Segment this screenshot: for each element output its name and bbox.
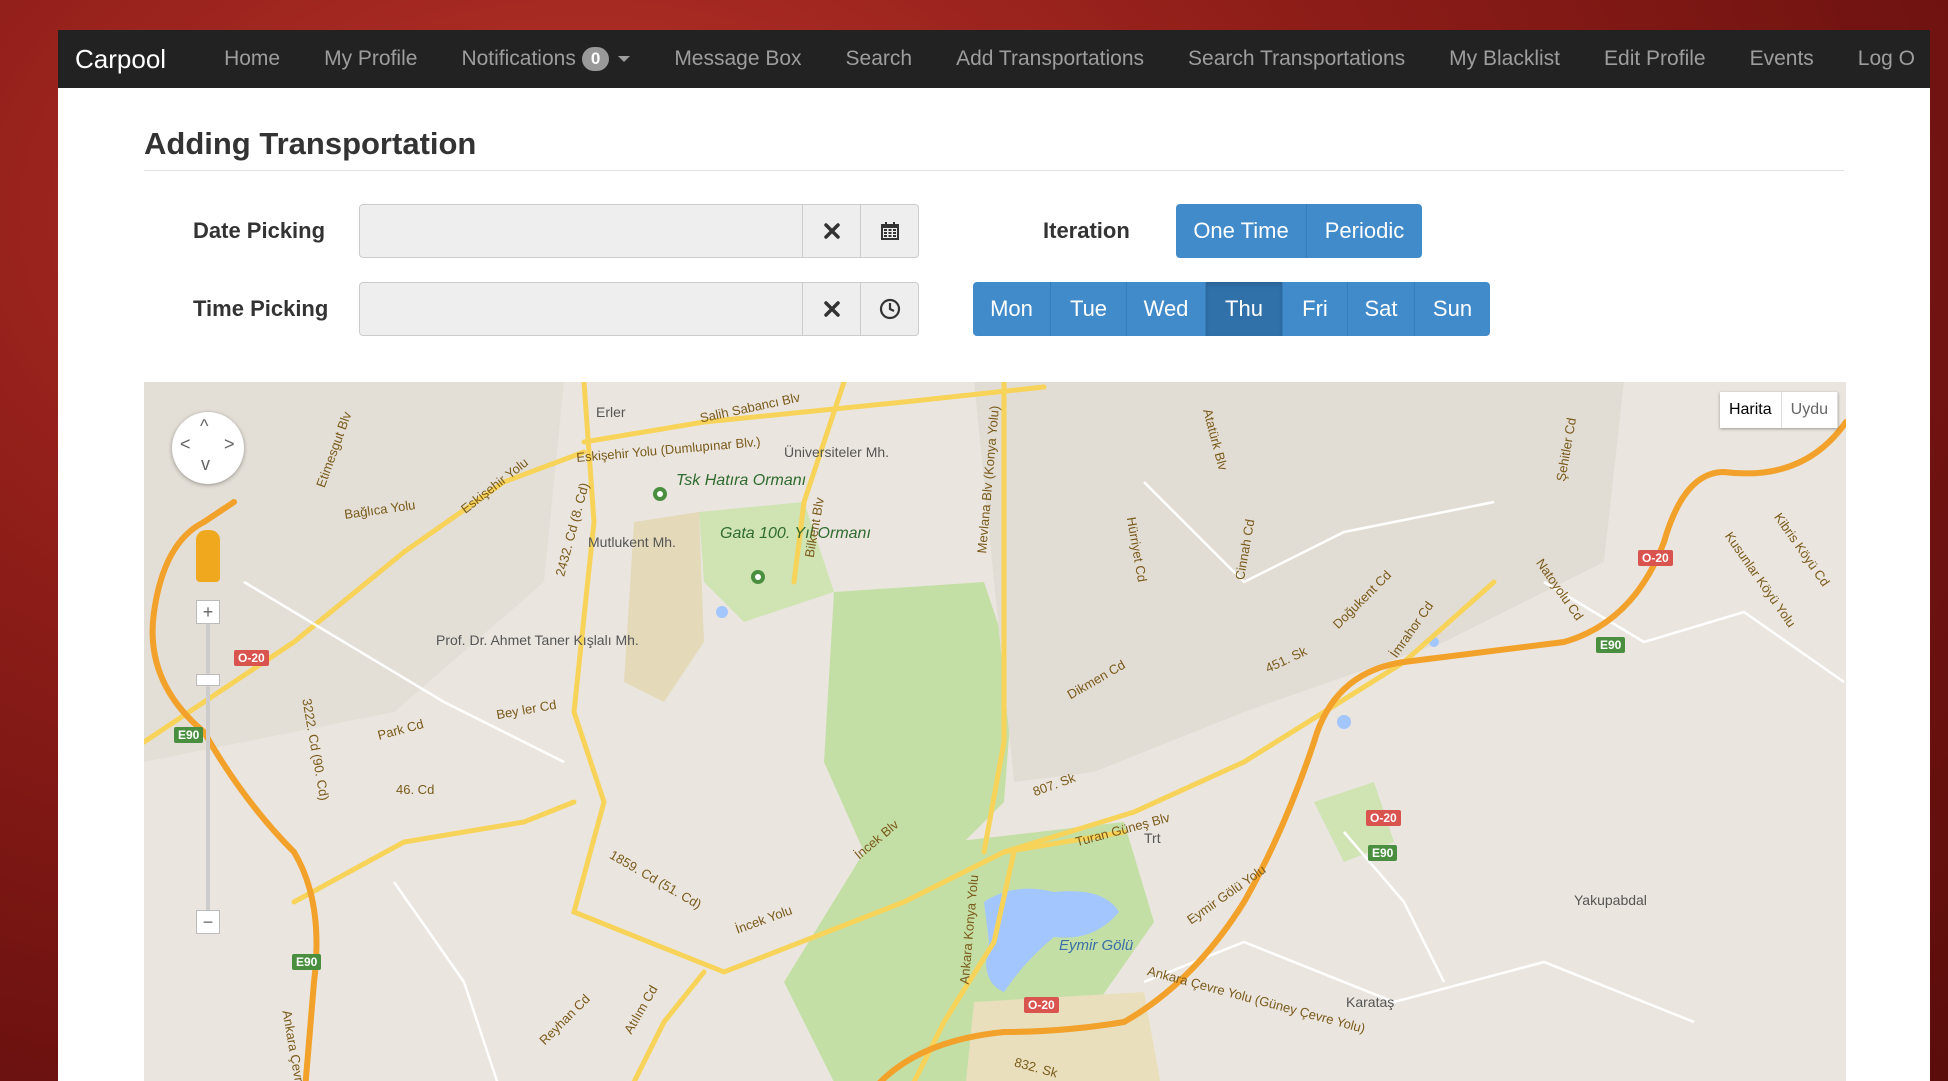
map-label: Prof. Dr. Ahmet Taner Kışlalı Mh.	[436, 632, 639, 648]
day-sun-button[interactable]: Sun	[1415, 282, 1490, 336]
nav-search-transportations[interactable]: Search Transportations	[1188, 47, 1405, 71]
zoom-in-button[interactable]: +	[196, 600, 220, 624]
map-label: Gata 100. Yıl Ormanı	[720, 525, 871, 542]
zoom-out-button[interactable]: −	[196, 910, 220, 934]
page-title: Adding Transportation	[144, 88, 1844, 171]
iteration-label: Iteration	[1043, 218, 1130, 243]
pan-control[interactable]: ^ < > v	[172, 412, 244, 484]
map-label: Tsk Hatıra Ormanı	[676, 472, 807, 489]
close-icon	[823, 301, 840, 317]
highway-shield: E90	[292, 954, 322, 970]
highway-shield: E90	[1368, 845, 1398, 861]
day-fri-button[interactable]: Fri	[1283, 282, 1348, 336]
nav-my-profile[interactable]: My Profile	[324, 47, 417, 71]
nav-events[interactable]: Events	[1750, 47, 1814, 71]
clock-icon	[879, 298, 900, 320]
days-row: Mon Tue Wed Thu Fri Sat Sun	[973, 282, 1490, 336]
date-input-group	[359, 204, 919, 258]
pegman-icon[interactable]	[196, 530, 220, 582]
day-wed-button[interactable]: Wed	[1127, 282, 1206, 336]
map-type-toggle: Harita Uydu	[1719, 392, 1838, 428]
time-clear-button[interactable]	[803, 282, 861, 336]
browser-frame: Carpool Home My Profile Notifications 0 …	[58, 30, 1930, 1081]
map-label: Yakupabdal	[1574, 892, 1647, 908]
map-label: Üniversiteler Mh.	[784, 444, 890, 460]
nav-search[interactable]: Search	[846, 47, 913, 71]
iteration-toggle: One Time Periodic	[1176, 204, 1422, 258]
highway-shield: E90	[1596, 637, 1626, 653]
date-clear-button[interactable]	[803, 204, 861, 258]
date-input[interactable]	[359, 204, 803, 258]
time-label: Time Picking	[193, 296, 329, 321]
iteration-one-time-button[interactable]: One Time	[1176, 204, 1307, 258]
date-row: Date Picking	[193, 204, 919, 258]
day-mon-button[interactable]: Mon	[973, 282, 1051, 336]
map-label: Mutlukent Mh.	[588, 534, 676, 550]
pan-up-icon[interactable]: ^	[200, 416, 208, 437]
nav-log-out[interactable]: Log O	[1858, 47, 1915, 71]
map-type-uydu-button[interactable]: Uydu	[1781, 392, 1838, 428]
highway-shield: O-20	[1366, 810, 1401, 826]
day-tue-button[interactable]: Tue	[1051, 282, 1127, 336]
caret-down-icon	[618, 56, 631, 62]
zoom-slider-track[interactable]	[206, 612, 210, 922]
date-label: Date Picking	[193, 218, 326, 243]
day-sat-button[interactable]: Sat	[1348, 282, 1415, 336]
close-icon	[823, 223, 840, 239]
notifications-badge: 0	[581, 47, 610, 71]
highway-shield: E90	[174, 727, 204, 743]
calendar-icon	[880, 222, 899, 240]
day-thu-button[interactable]: Thu	[1206, 282, 1283, 336]
map-type-harita-button[interactable]: Harita	[1719, 392, 1782, 428]
time-input-group	[359, 282, 919, 336]
highway-shield: O-20	[1638, 550, 1673, 566]
pan-down-icon[interactable]: v	[201, 454, 210, 475]
map-label: Eymir Gölü	[1059, 937, 1134, 954]
top-navbar: Carpool Home My Profile Notifications 0 …	[58, 30, 1930, 88]
time-input[interactable]	[359, 282, 803, 336]
map-view[interactable]: Erler Salih Sabancı Blv Eskişehir Yolu (…	[144, 382, 1846, 1081]
nav-message-box[interactable]: Message Box	[674, 47, 801, 71]
nav-notifications-label: Notifications	[461, 47, 576, 70]
time-row: Time Picking	[193, 282, 919, 336]
nav-home[interactable]: Home	[224, 47, 280, 71]
brand-logo[interactable]: Carpool	[75, 44, 166, 75]
highway-shield: O-20	[1024, 997, 1059, 1013]
main-content: Adding Transportation	[58, 88, 1930, 171]
clock-button[interactable]	[861, 282, 919, 336]
pan-right-icon[interactable]: >	[224, 434, 235, 455]
nav-my-blacklist[interactable]: My Blacklist	[1449, 47, 1560, 71]
zoom-slider-handle[interactable]	[196, 674, 220, 686]
highway-shield: O-20	[234, 650, 269, 666]
iteration-row: Iteration One Time Periodic	[1043, 204, 1422, 258]
nav-notifications[interactable]: Notifications 0	[461, 47, 631, 71]
calendar-button[interactable]	[861, 204, 919, 258]
map-label: Erler	[596, 404, 626, 420]
pan-left-icon[interactable]: <	[180, 434, 191, 455]
days-toggle: Mon Tue Wed Thu Fri Sat Sun	[973, 282, 1490, 336]
map-label: 46. Cd	[396, 782, 435, 797]
nav-edit-profile[interactable]: Edit Profile	[1604, 47, 1706, 71]
map-label: Karataş	[1346, 994, 1395, 1010]
map-label: Trt	[1144, 830, 1161, 846]
iteration-periodic-button[interactable]: Periodic	[1307, 204, 1422, 258]
nav-add-transportations[interactable]: Add Transportations	[956, 47, 1144, 71]
